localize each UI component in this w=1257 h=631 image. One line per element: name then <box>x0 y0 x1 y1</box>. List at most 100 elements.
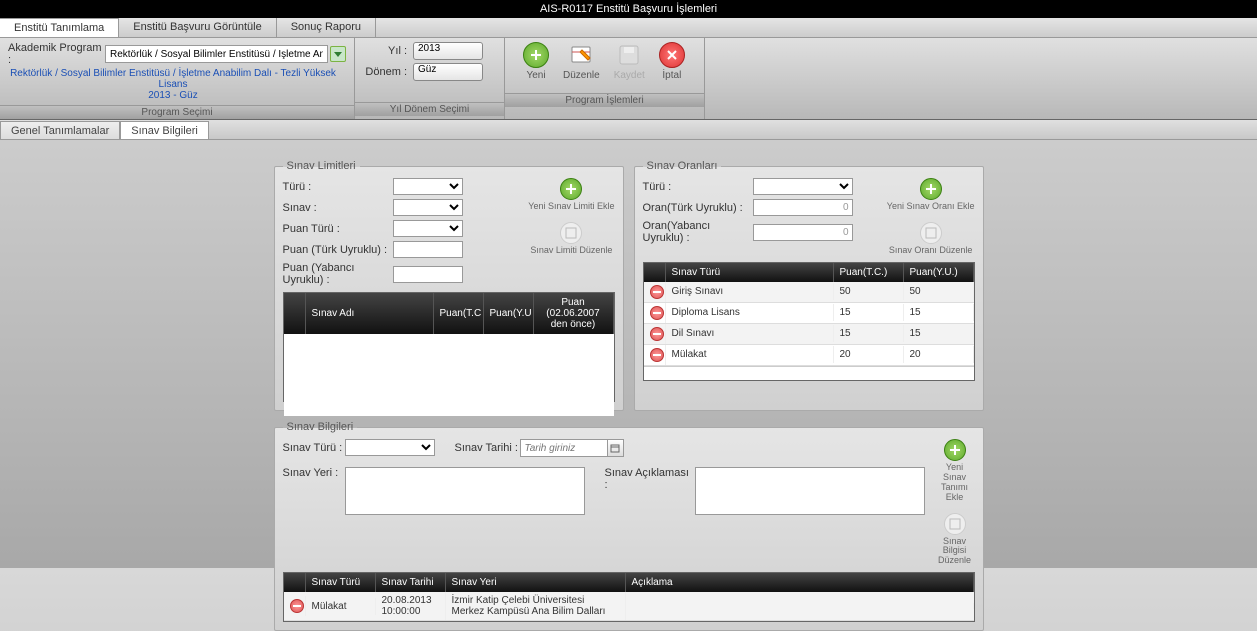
yil-label: Yıl : <box>363 45 413 57</box>
calendar-icon[interactable] <box>608 439 624 457</box>
sb-col-yer: Sınav Yeri <box>446 573 626 592</box>
delete-icon[interactable] <box>650 285 664 299</box>
so-oranturk-label: Oran(Türk Uyruklu) : <box>643 202 753 214</box>
program-link[interactable]: Rektörlük / Sosyal Bilimler Enstitüsü / … <box>8 68 338 90</box>
ribbon-group-footer-islemler: Program İşlemleri <box>505 93 704 107</box>
main-tab-sonuc-raporu[interactable]: Sonuç Raporu <box>277 18 376 37</box>
sb-yeri-input[interactable] <box>345 467 585 515</box>
ribbon-group-islemler: Yeni Düzenle Kaydet İptal Program İşleml… <box>505 38 705 119</box>
sb-aciklama-input[interactable] <box>695 467 925 515</box>
sl-col-eski: Puan (02.06.2007 den önce) <box>534 293 614 334</box>
so-grid: Sınav Türü Puan(T.C.) Puan(Y.U.) Giriş S… <box>643 262 975 381</box>
sl-puanyab-input[interactable] <box>393 266 463 283</box>
iptal-button[interactable]: İptal <box>659 42 685 81</box>
sb-col-action <box>284 573 306 592</box>
sb-cell-tarih: 20.08.2013 10:00:00 <box>376 592 446 620</box>
sl-edit-button[interactable]: Sınav Limiti Düzenle <box>530 222 612 256</box>
so-cell-yu: 50 <box>904 283 974 300</box>
sb-edit-label: Sınav Bilgisi Düzenle <box>935 537 975 567</box>
so-cell-tur: Diploma Lisans <box>666 304 834 321</box>
sb-col-tur: Sınav Türü <box>306 573 376 592</box>
delete-icon[interactable] <box>290 599 304 613</box>
sb-add-label: Yeni Sınav Tanımı Ekle <box>935 463 975 503</box>
sb-tarih-input[interactable] <box>520 439 608 457</box>
so-cell-tur: Mülakat <box>666 346 834 363</box>
plus-icon <box>560 178 582 200</box>
yil-select[interactable]: 2013 <box>413 42 483 60</box>
ribbon-group-program: Akademik Program : Rektörlük / Sosyal Bi… <box>0 38 355 119</box>
so-col-tur: Sınav Türü <box>666 263 834 282</box>
so-oranturk-input[interactable] <box>753 199 853 216</box>
table-row[interactable]: Giriş Sınavı 50 50 <box>644 282 974 303</box>
sl-add-button[interactable]: Yeni Sınav Limiti Ekle <box>528 178 614 212</box>
so-cell-tc: 50 <box>834 283 904 300</box>
sinav-limitleri-panel: Sınav Limitleri Türü : Sınav : Puan Türü… <box>274 160 624 411</box>
plus-icon <box>523 42 549 68</box>
sub-tab-genel[interactable]: Genel Tanımlamalar <box>0 121 120 139</box>
so-grid-body: Giriş Sınavı 50 50 Diploma Lisans 15 15 … <box>644 282 974 366</box>
table-row[interactable]: Mülakat 20.08.2013 10:00:00 İzmir Katip … <box>284 592 974 621</box>
kaydet-label: Kaydet <box>614 70 645 81</box>
donem-label: Dönem : <box>363 66 413 78</box>
so-oranyab-input[interactable] <box>753 224 853 241</box>
main-tab-basvuru-goruntule[interactable]: Enstitü Başvuru Görüntüle <box>119 18 276 37</box>
plus-icon <box>944 439 966 461</box>
save-icon <box>616 42 642 68</box>
yeni-button[interactable]: Yeni <box>523 42 549 81</box>
so-edit-label: Sınav Oranı Düzenle <box>889 246 973 256</box>
table-row[interactable]: Dil Sınavı 15 15 <box>644 324 974 345</box>
sinav-bilgileri-panel: Sınav Bilgileri Sınav Türü : Sınav Tarih… <box>274 421 984 631</box>
sl-grid-body <box>284 334 614 416</box>
akademik-program-input[interactable] <box>105 45 328 63</box>
so-cell-yu: 15 <box>904 325 974 342</box>
sl-sinav-select[interactable] <box>393 199 463 216</box>
ribbon: Akademik Program : Rektörlük / Sosyal Bi… <box>0 38 1257 120</box>
so-add-button[interactable]: Yeni Sınav Oranı Ekle <box>887 178 975 212</box>
ribbon-group-footer-program: Program Seçimi <box>0 105 354 119</box>
so-edit-button[interactable]: Sınav Oranı Düzenle <box>889 222 973 256</box>
program-select-down-icon[interactable] <box>330 46 346 62</box>
table-row[interactable]: Diploma Lisans 15 15 <box>644 303 974 324</box>
so-turu-select[interactable] <box>753 178 853 195</box>
table-row[interactable]: Mülakat 20 20 <box>644 345 974 366</box>
main-tab-enstitu-tanimlama[interactable]: Enstitü Tanımlama <box>0 18 119 37</box>
sub-tab-sinav[interactable]: Sınav Bilgileri <box>120 121 209 139</box>
edit-icon <box>920 222 942 244</box>
edit-icon <box>560 222 582 244</box>
donem-select[interactable]: Güz <box>413 63 483 81</box>
sb-cell-acik <box>626 603 974 609</box>
so-cell-tc: 20 <box>834 346 904 363</box>
edit-icon <box>944 513 966 535</box>
delete-icon[interactable] <box>650 327 664 341</box>
sl-puanturk-input[interactable] <box>393 241 463 258</box>
sub-tab-bar: Genel Tanımlamalar Sınav Bilgileri <box>0 120 1257 140</box>
so-cell-tc: 15 <box>834 325 904 342</box>
sb-edit-button[interactable]: Sınav Bilgisi Düzenle <box>935 513 975 567</box>
duzenle-button[interactable]: Düzenle <box>563 42 600 81</box>
sb-col-tarih: Sınav Tarihi <box>376 573 446 592</box>
kaydet-button[interactable]: Kaydet <box>614 42 645 81</box>
yeni-label: Yeni <box>526 70 545 81</box>
sl-sinav-label: Sınav : <box>283 202 393 214</box>
sl-grid: Sınav Adı Puan(T.C Puan(Y.U Puan (02.06.… <box>283 292 615 402</box>
donem-text: 2013 - Güz <box>8 90 338 101</box>
so-cell-tc: 15 <box>834 304 904 321</box>
so-add-label: Yeni Sınav Oranı Ekle <box>887 202 975 212</box>
sl-turu-label: Türü : <box>283 181 393 193</box>
sb-yeri-label: Sınav Yeri : <box>283 467 345 479</box>
sb-cell-yer: İzmir Katip Çelebi Üniversitesi Merkez K… <box>446 592 626 620</box>
delete-icon[interactable] <box>650 348 664 362</box>
delete-icon[interactable] <box>650 306 664 320</box>
sb-turu-select[interactable] <box>345 439 435 456</box>
sb-add-button[interactable]: Yeni Sınav Tanımı Ekle <box>935 439 975 503</box>
so-col-tc: Puan(T.C.) <box>834 263 904 282</box>
sl-edit-label: Sınav Limiti Düzenle <box>530 246 612 256</box>
so-col-yu: Puan(Y.U.) <box>904 263 974 282</box>
so-oranyab-label: Oran(Yabancı Uyruklu) : <box>643 220 753 244</box>
sl-turu-select[interactable] <box>393 178 463 195</box>
sb-grid: Sınav Türü Sınav Tarihi Sınav Yeri Açıkl… <box>283 572 975 622</box>
sl-puanturu-select[interactable] <box>393 220 463 237</box>
content-area: Sınav Limitleri Türü : Sınav : Puan Türü… <box>0 140 1257 631</box>
sl-col-action <box>284 293 306 334</box>
sl-puanturu-label: Puan Türü : <box>283 223 393 235</box>
